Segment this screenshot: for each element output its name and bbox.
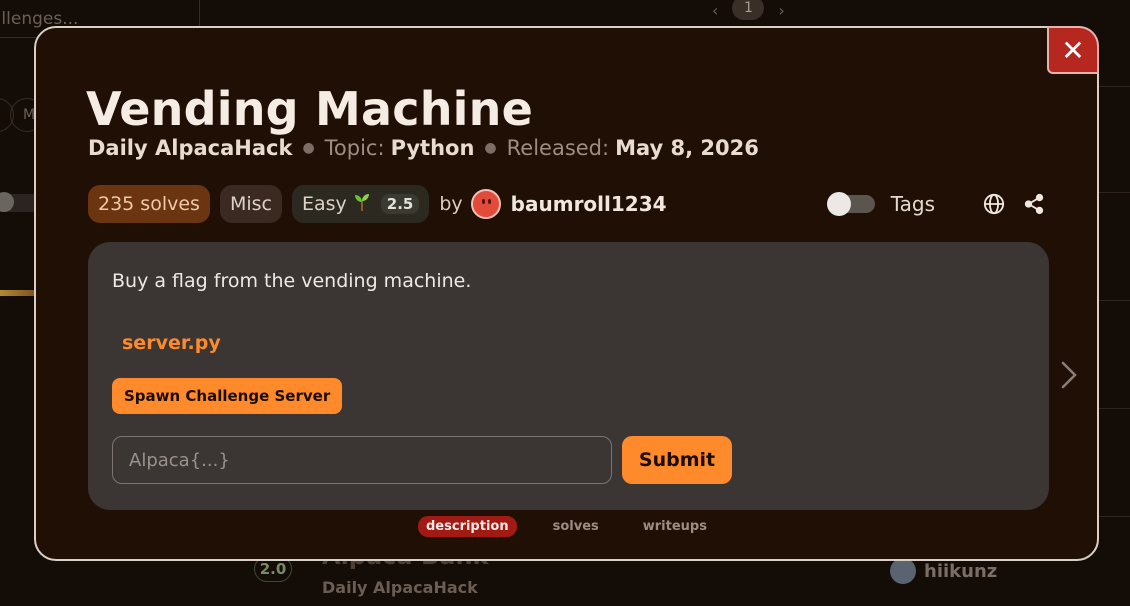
challenge-description: Buy a flag from the vending machine.	[112, 270, 472, 292]
separator-dot: ●	[484, 140, 497, 156]
share-icon[interactable]	[1021, 191, 1047, 217]
difficulty-badge: Easy 2.5	[291, 185, 430, 223]
tab-solves[interactable]: solves	[545, 516, 607, 537]
background-challenge-subtitle: Daily AlpacaHack	[322, 578, 478, 597]
submit-button[interactable]: Submit	[622, 436, 732, 484]
globe-icon[interactable]	[981, 191, 1007, 217]
flag-input[interactable]	[112, 436, 612, 484]
tags-label: Tags	[890, 192, 935, 216]
released-date: May 8, 2026	[615, 136, 759, 160]
background-challenge-author[interactable]: hiikunz	[890, 558, 997, 584]
tab-description[interactable]: description	[418, 516, 517, 537]
challenge-title: Vending Machine	[86, 82, 533, 136]
page-next-button[interactable]: ›	[778, 1, 784, 20]
by-label: by	[439, 193, 463, 215]
tags-toggle[interactable]	[826, 192, 875, 216]
toggle-knob	[826, 192, 851, 216]
avatar[interactable]	[470, 189, 501, 219]
author-name[interactable]: baumroll1234	[511, 192, 667, 216]
released-label: Released:	[506, 136, 610, 160]
close-icon: ✕	[1061, 33, 1085, 67]
tab-writeups[interactable]: writeups	[635, 516, 715, 537]
spawn-server-button[interactable]: Spawn Challenge Server	[112, 378, 343, 414]
sprout-icon	[353, 192, 371, 217]
solves-badge: 235 solves	[88, 185, 210, 223]
background-pagination: ‹ 1 ›	[712, 0, 785, 20]
separator-dot: ●	[302, 140, 315, 156]
topic-label: Topic:	[324, 136, 385, 160]
category-badge: Misc	[219, 185, 282, 223]
attachment-link[interactable]: server.py	[122, 332, 221, 354]
challenge-modal: ✕ Vending Machine Daily AlpacaHack ● Top…	[34, 26, 1099, 561]
background-author-name: hiikunz	[924, 560, 998, 582]
challenge-panel: Buy a flag from the vending machine. ser…	[88, 242, 1049, 510]
challenge-meta: Daily AlpacaHack ● Topic: Python ● Relea…	[88, 136, 759, 160]
avatar	[890, 558, 916, 584]
page-current[interactable]: 1	[732, 0, 765, 20]
topic-value: Python	[390, 136, 475, 160]
close-button[interactable]: ✕	[1047, 26, 1099, 74]
chevron-right-icon	[1061, 361, 1077, 389]
difficulty-label: Easy	[301, 193, 347, 215]
page-prev-button[interactable]: ‹	[712, 1, 718, 20]
difficulty-score: 2.5	[380, 194, 420, 214]
background-toggle-knob	[0, 192, 14, 212]
challenge-badges-row: 235 solves Misc Easy 2.5 by baumroll1234…	[88, 184, 1047, 224]
series-name: Daily AlpacaHack	[88, 136, 293, 160]
next-challenge-button[interactable]	[1058, 360, 1080, 390]
modal-tabs: description solves writeups	[36, 516, 1097, 537]
